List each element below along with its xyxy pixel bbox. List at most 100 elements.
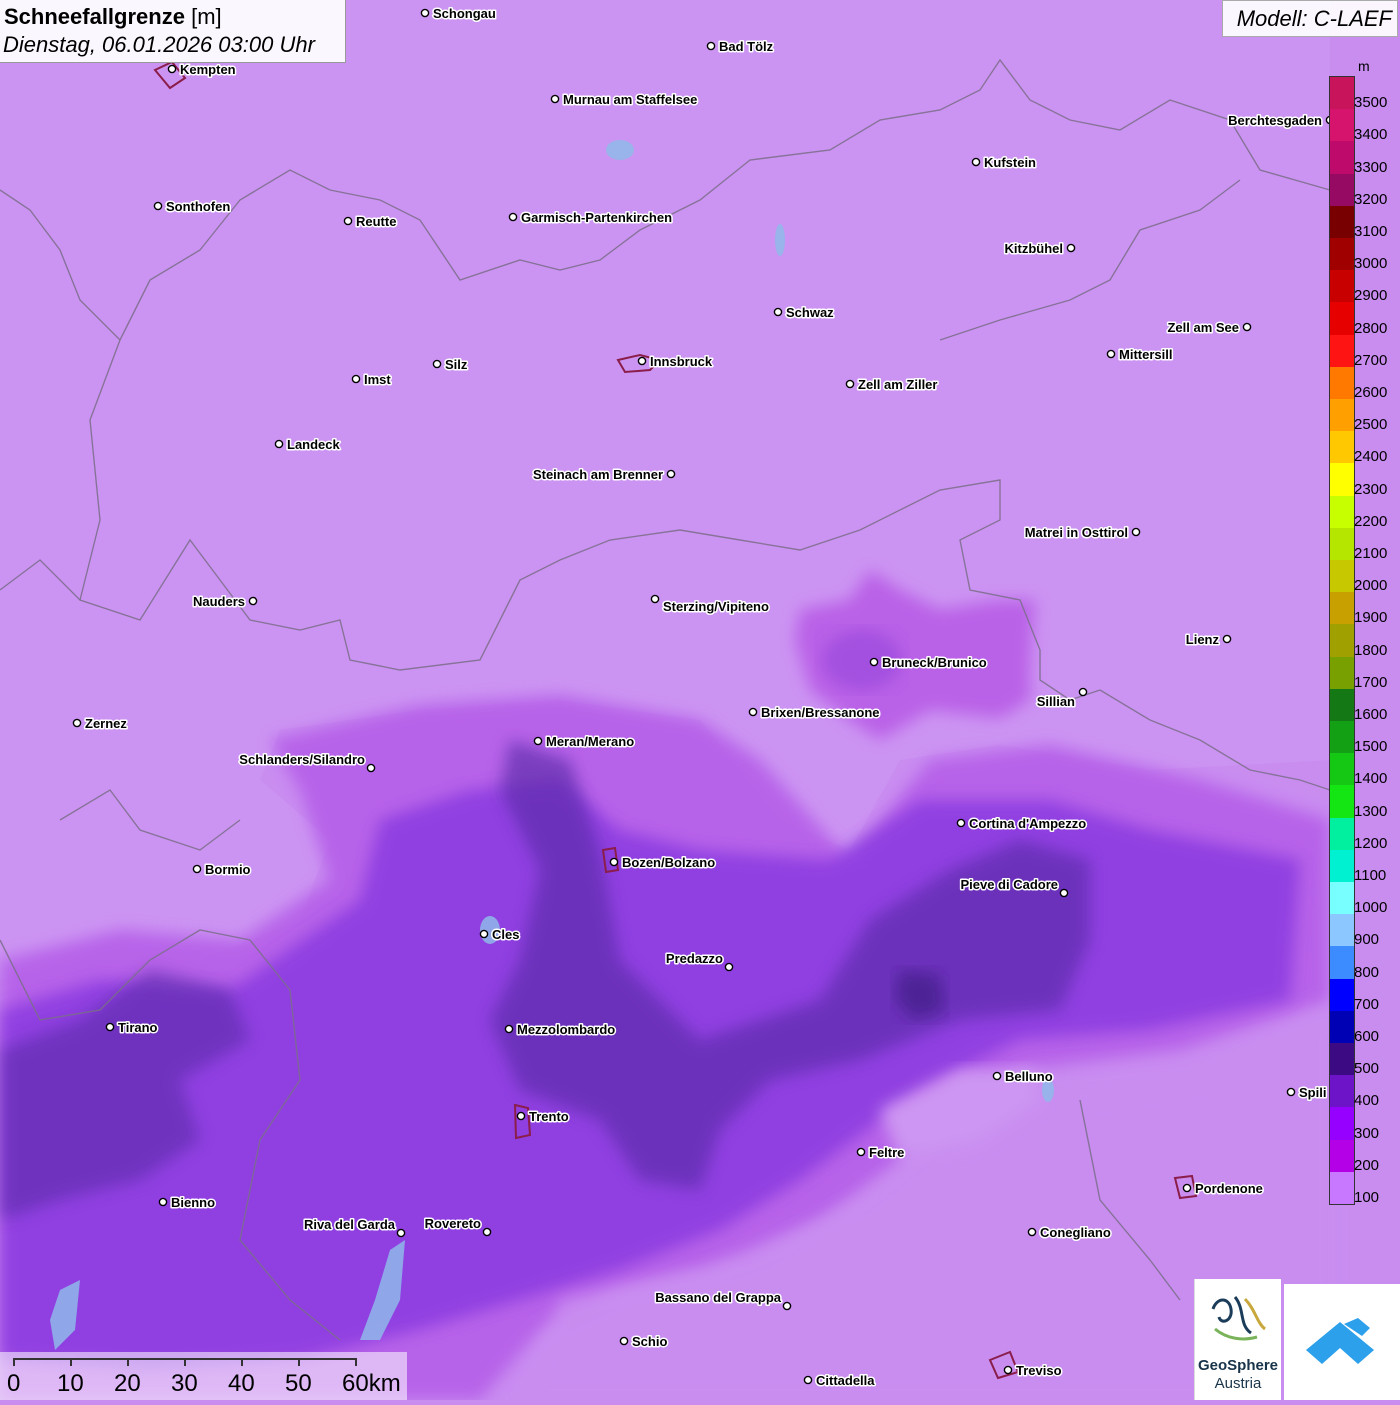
city-dot [366,763,376,773]
city-marker[interactable]: Murnau am Staffelsee [550,91,699,109]
city-marker[interactable]: Cortina d'Ampezzo [956,815,1088,833]
city-dot [724,962,734,972]
city-label: Schongau [433,6,496,21]
city-marker[interactable]: Sonthofen [153,198,232,216]
city-dot [1003,1365,1013,1375]
legend-color-bar [1329,76,1355,1205]
legend-swatch [1330,109,1354,142]
city-dot [971,157,981,167]
legend-swatch [1330,463,1354,497]
legend-label: 3200 [1354,190,1388,208]
city-label: Kempten [180,62,236,77]
city-label: Bruneck/Brunico [882,655,987,670]
city-dot [192,864,202,874]
legend-label: 2400 [1354,448,1388,466]
city-label: Cles [492,927,519,942]
city-label: Schio [632,1334,667,1349]
geosphere-emblem-icon [1211,1296,1267,1341]
city-label: Bienno [171,1195,215,1210]
legend-swatch [1330,978,1354,1012]
legend-label: 1500 [1354,738,1388,756]
city-marker[interactable]: Matrei in Osttirol [1023,524,1141,542]
scale-tick [127,1358,129,1366]
legend-swatch [1330,592,1354,625]
city-label: Schwaz [786,305,834,320]
city-label: Pieve di Cadore [960,877,1058,892]
city-label: Matrei in Osttirol [1025,525,1128,540]
city-marker[interactable]: Bruneck/Brunico [869,654,988,672]
city-marker[interactable]: Bozen/Bolzano [609,854,717,872]
city-dot [1242,322,1252,332]
city-marker[interactable]: Schongau [420,5,497,23]
legend-swatch [1330,1043,1354,1076]
legend-label: 1300 [1354,802,1388,820]
city-marker[interactable]: Mezzolombardo [504,1021,617,1039]
legend-label: 3300 [1354,158,1388,176]
city-label: Bozen/Bolzano [622,855,715,870]
city-dot [420,8,430,18]
title-parameter: Schneefallgrenze [4,4,185,29]
city-label: Nauders [193,594,245,609]
city-marker[interactable]: Meran/Merano [533,733,636,751]
city-marker[interactable]: Berchtesgaden [1227,112,1335,130]
legend-label: 1600 [1354,705,1388,723]
legend-swatch [1330,624,1354,658]
city-label: Kitzbühel [1005,241,1064,256]
geosphere-logo[interactable]: GeoSphere Austria [1194,1279,1281,1400]
city-label: Innsbruck [650,354,713,369]
city-dot [432,359,442,369]
city-dot [396,1228,406,1238]
legend-label: 300 [1354,1124,1380,1142]
city-marker[interactable]: Cittadella [803,1372,877,1390]
city-marker[interactable]: Conegliano [1027,1224,1112,1242]
city-dot [479,929,489,939]
scale-bar: 0 10 20 30 40 50 60km [0,1352,407,1400]
city-dot [1059,888,1069,898]
legend-unit: m [1358,58,1370,74]
city-marker[interactable]: Sterzing/Vipiteno [650,594,770,616]
city-label: Landeck [287,437,341,452]
snow-map-app-icon [1306,1318,1374,1364]
legend-label: 3500 [1354,94,1388,112]
city-label: Bad Tölz [719,39,774,54]
city-marker[interactable]: Garmisch-Partenkirchen [508,209,674,227]
city-label: Schlanders/Silandro [239,752,365,767]
map-canvas[interactable]: Schongau Bad Tölz Kempten Murnau am Staffel… [0,0,1400,1400]
scale-label: 40 [228,1370,255,1397]
city-label: Bassano del Grappa [655,1290,781,1305]
city-label: Sterzing/Vipiteno [663,599,769,614]
legend-swatch [1330,527,1354,561]
city-dot [619,1336,629,1346]
city-marker[interactable]: Steinach am Brenner [531,466,676,484]
color-legend: m 3500 3400 3300 3200 3100 3000 2900 2800 2700 26… [1325,58,1400,1208]
city-label: Zernez [85,716,127,731]
legend-swatch [1330,721,1354,754]
legend-label: 500 [1354,1060,1380,1078]
forecast-datetime: Dienstag, 06.01.2026 03:00 Uhr [3,32,315,57]
city-dot [351,374,361,384]
city-dot [167,64,177,74]
legend-swatch [1330,1171,1354,1205]
legend-label: 2800 [1354,319,1388,337]
city-dot [274,439,284,449]
city-marker[interactable]: Pordenone [1182,1180,1264,1198]
legend-label: 1400 [1354,770,1388,788]
legend-swatch [1330,914,1354,947]
city-marker[interactable]: Brixen/Bressanone [748,704,881,722]
city-marker[interactable]: Innsbruck [637,353,714,371]
title-unit: [m] [191,4,222,29]
city-dot [1106,349,1116,359]
legend-label: 600 [1354,1027,1380,1045]
app-logo[interactable] [1284,1284,1400,1400]
city-dot [845,379,855,389]
legend-swatch [1330,366,1354,400]
city-dot [516,1111,526,1121]
city-label: Zell am Ziller [858,377,937,392]
scale-tick [13,1358,15,1366]
city-marker[interactable]: Zell am See [1166,319,1252,337]
city-label: Mezzolombardo [517,1022,615,1037]
city-label: Silz [445,357,468,372]
legend-swatch [1330,882,1354,915]
model-label: Modell: C-LAEF [1236,6,1392,31]
city-marker[interactable]: Zell am Ziller [845,376,939,394]
